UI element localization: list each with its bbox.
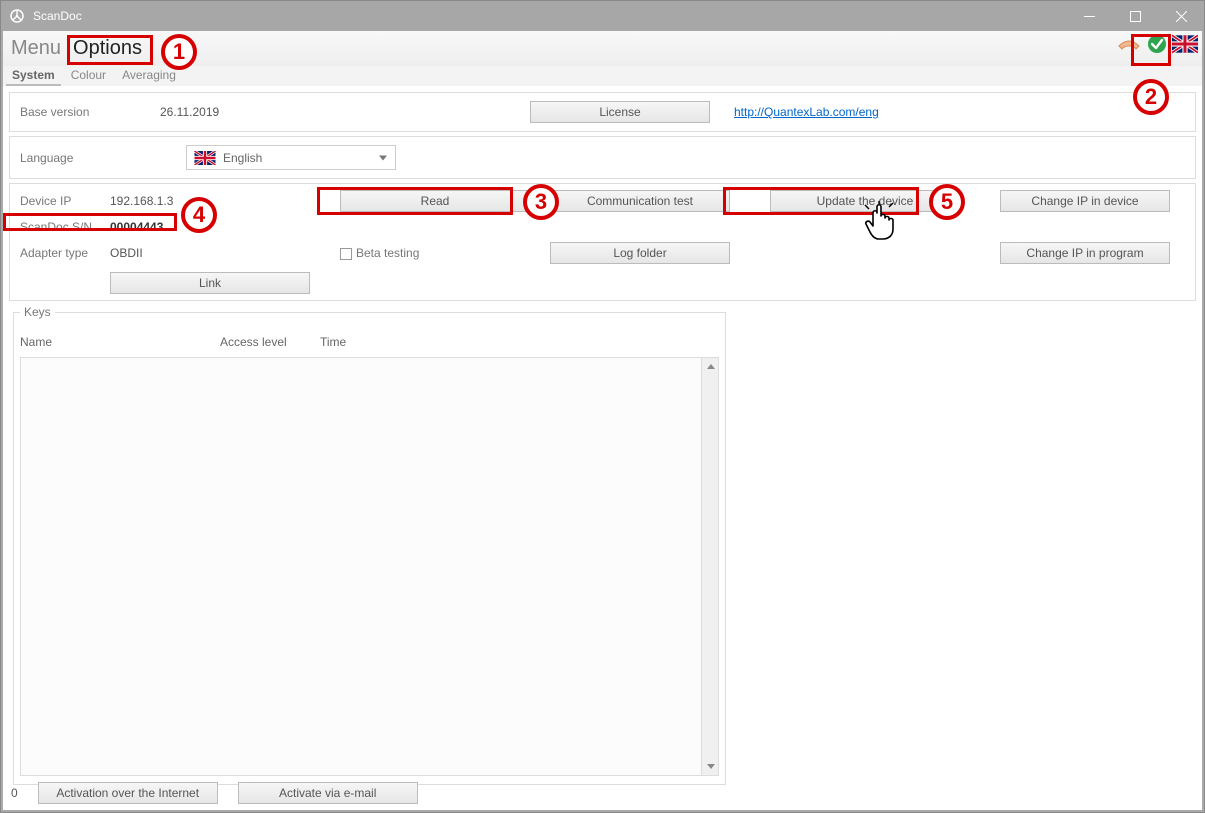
keys-legend: Keys xyxy=(20,305,55,319)
header-bar: Menu Options xyxy=(3,31,1202,66)
read-button[interactable]: Read xyxy=(340,190,530,212)
keys-fieldset: Keys Name Access level Time xyxy=(13,305,726,785)
close-button[interactable] xyxy=(1158,1,1204,31)
device-block: Device IP 192.168.1.3 Read Communication… xyxy=(9,183,1196,301)
col-access-level[interactable]: Access level xyxy=(220,335,320,349)
language-select[interactable]: English xyxy=(186,145,396,170)
keys-listbox[interactable] xyxy=(20,357,719,776)
phone-icon[interactable] xyxy=(1116,34,1142,54)
beta-testing-checkbox[interactable]: Beta testing xyxy=(340,246,530,260)
adapter-type-value: OBDII xyxy=(110,246,210,260)
titlebar: ScanDoc xyxy=(1,1,1204,31)
change-ip-program-button[interactable]: Change IP in program xyxy=(1000,242,1170,264)
menu-label[interactable]: Menu xyxy=(11,37,61,60)
tab-averaging[interactable]: Averaging xyxy=(116,66,182,86)
maximize-button[interactable] xyxy=(1112,1,1158,31)
tab-colour[interactable]: Colour xyxy=(65,66,112,86)
scandoc-sn-value: 00004443 xyxy=(110,220,210,234)
status-ok-icon[interactable] xyxy=(1146,33,1168,55)
minimize-button[interactable] xyxy=(1066,1,1112,31)
keys-scrollbar[interactable] xyxy=(701,358,718,775)
keys-count: 0 xyxy=(11,786,18,800)
log-folder-button[interactable]: Log folder xyxy=(550,242,730,264)
flag-uk-icon[interactable] xyxy=(1172,34,1198,54)
activate-email-button[interactable]: Activate via e-mail xyxy=(238,782,418,804)
baseversion-row: Base version 26.11.2019 License http://Q… xyxy=(9,92,1196,132)
language-value: English xyxy=(223,151,262,165)
app-title: ScanDoc xyxy=(33,9,1066,23)
baseversion-value: 26.11.2019 xyxy=(160,105,530,119)
client-area: Menu Options System Colour Averaging Bas… xyxy=(3,31,1202,810)
app-icon xyxy=(9,8,25,24)
scroll-down-icon[interactable] xyxy=(702,758,719,775)
baseversion-label: Base version xyxy=(20,105,160,119)
col-time[interactable]: Time xyxy=(320,335,420,349)
language-label: Language xyxy=(20,151,180,165)
scroll-up-icon[interactable] xyxy=(702,358,719,375)
update-device-button[interactable]: Update the device xyxy=(770,190,960,212)
device-ip-label: Device IP xyxy=(20,194,110,208)
col-name[interactable]: Name xyxy=(20,335,220,349)
keys-columns: Name Access level Time xyxy=(14,331,725,353)
device-ip-value: 192.168.1.3 xyxy=(110,194,210,208)
license-button[interactable]: License xyxy=(530,101,710,123)
link-button[interactable]: Link xyxy=(110,272,310,294)
flag-uk-mini-icon xyxy=(193,151,217,165)
change-ip-device-button[interactable]: Change IP in device xyxy=(1000,190,1170,212)
communication-test-button[interactable]: Communication test xyxy=(550,190,730,212)
scandoc-sn-label: ScanDoc S/N xyxy=(20,220,110,234)
quantexlab-link[interactable]: http://QuantexLab.com/eng xyxy=(734,105,879,119)
subtab-bar: System Colour Averaging xyxy=(3,66,1202,86)
options-button[interactable]: Options xyxy=(67,37,148,60)
system-panel: Base version 26.11.2019 License http://Q… xyxy=(3,86,1202,795)
adapter-type-label: Adapter type xyxy=(20,246,110,260)
activation-internet-button[interactable]: Activation over the Internet xyxy=(38,782,218,804)
tab-system[interactable]: System xyxy=(6,66,61,86)
language-row: Language English xyxy=(9,136,1196,179)
footer-bar: 0 Activation over the Internet Activate … xyxy=(11,782,418,804)
